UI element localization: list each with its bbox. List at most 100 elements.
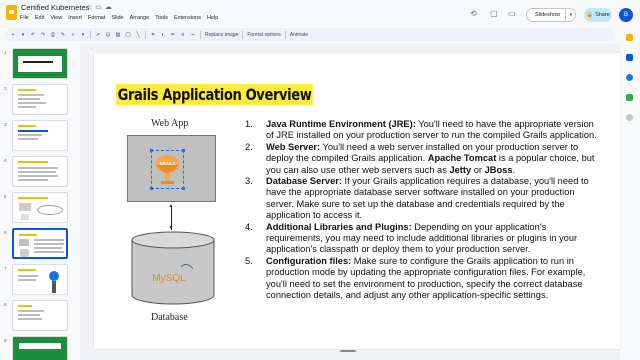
print-icon[interactable]: ⎙ xyxy=(50,32,56,38)
menu-insert[interactable]: Insert xyxy=(68,15,82,21)
slide-thumbnail-selected[interactable]: 6 xyxy=(0,228,76,261)
list-item: 3. Database Server: If your Grails appli… xyxy=(242,176,602,222)
chevron-down-icon[interactable]: ▾ xyxy=(80,32,86,38)
slide-number: 1 xyxy=(4,50,7,55)
textbox-icon[interactable]: ⊡ xyxy=(105,32,111,38)
toolbar-divider xyxy=(284,30,286,39)
list-item-heading: Configuration files: xyxy=(266,255,352,266)
slide[interactable]: Grails Application Overview Web App GRAI… xyxy=(94,53,620,349)
list-number: 4. xyxy=(245,221,253,232)
paint-format-icon[interactable]: ✎ xyxy=(60,32,66,38)
menu-file[interactable]: File xyxy=(20,15,29,21)
slide-title[interactable]: Grails Application Overview xyxy=(116,84,314,105)
crop-icon[interactable]: ⌗ xyxy=(150,32,156,38)
list-item: 5. Configuration files: Make sure to con… xyxy=(242,256,602,302)
content-textbox[interactable]: 1. Java Runtime Environment (JRE): You'l… xyxy=(242,119,602,302)
cloud-status-icon[interactable]: ☁ xyxy=(105,4,115,11)
title-bar: Certified Kubernetes ☆▭☁ File Edit View … xyxy=(0,0,640,27)
side-panel xyxy=(620,28,640,360)
slide-thumbnail[interactable]: 8 xyxy=(0,300,76,333)
slideshow-dropdown-icon[interactable]: ▾ xyxy=(565,8,576,22)
menu-format[interactable]: Format xyxy=(88,15,105,21)
filmstrip: 1 2 3 4 5 6 7 8 9 xyxy=(0,44,76,360)
menu-tools[interactable]: Tools xyxy=(155,15,168,21)
menu-help[interactable]: Help xyxy=(207,15,218,21)
menu-view[interactable]: View xyxy=(50,15,62,21)
share-label: Share xyxy=(595,12,610,18)
share-button[interactable]: 🔒 Share xyxy=(584,8,612,22)
select-icon[interactable]: ➚ xyxy=(95,32,101,38)
list-item-heading: Database Server: xyxy=(266,176,342,187)
contacts-icon[interactable] xyxy=(626,74,633,81)
tasks-icon[interactable] xyxy=(626,54,633,61)
database-label[interactable]: Database xyxy=(151,312,188,323)
list-item-heading: Java Runtime Environment (JRE): xyxy=(266,119,416,129)
slide-thumbnail[interactable]: 9 xyxy=(0,336,76,360)
slide-thumbnail[interactable]: 5 xyxy=(0,192,76,225)
document-title[interactable]: Certified Kubernetes xyxy=(21,3,89,12)
arrow-up-icon: ▲ xyxy=(168,203,174,209)
slide-thumbnail[interactable]: 2 xyxy=(0,84,76,117)
border-weight-icon[interactable]: ≡ xyxy=(180,32,186,38)
slide-number: 8 xyxy=(4,302,7,307)
list-item-text: . xyxy=(512,164,516,175)
undo-icon[interactable]: ↶ xyxy=(30,32,36,38)
slide-thumbnail[interactable]: 1 xyxy=(0,48,76,81)
slide-number: 4 xyxy=(4,158,7,163)
line-icon[interactable]: ╲ xyxy=(135,32,141,38)
add-icon[interactable]: + xyxy=(10,32,16,38)
grails-logo-icon: GRAILS xyxy=(155,155,180,184)
toolbar-divider xyxy=(242,30,244,39)
list-number: 3. xyxy=(245,176,253,187)
border-color-icon[interactable]: ✏ xyxy=(170,32,176,38)
list-item-heading: Additional Libraries and Plugins: xyxy=(266,221,412,232)
menu-bar: File Edit View Insert Format Slide Arran… xyxy=(20,15,218,21)
lock-icon: 🔒 xyxy=(586,12,594,18)
chevron-down-icon[interactable]: ▾ xyxy=(20,32,26,38)
list-item-emphasis: JBoss xyxy=(484,164,513,175)
speaker-notes-handle[interactable] xyxy=(340,350,356,352)
grails-logo-text: GRAILS xyxy=(160,161,176,166)
move-to-folder-icon[interactable]: ▭ xyxy=(95,4,105,11)
toolbar: + ▾ ↶ ↷ ⎙ ✎ ⌕ ▾ ➚ ⊡ ▧ ◯ ╲ ⌗ ◐ ✏ ≡ ┅ Repl… xyxy=(6,28,615,41)
slide-number: 6 xyxy=(4,230,7,235)
mask-icon[interactable]: ◐ xyxy=(160,32,166,38)
history-icon[interactable]: ⟲ xyxy=(470,9,477,18)
slide-number: 3 xyxy=(4,122,7,127)
replace-image-button[interactable]: Replace image xyxy=(205,32,238,38)
border-dash-icon[interactable]: ┅ xyxy=(190,32,196,38)
mysql-logo-text: MySQL xyxy=(152,273,186,284)
web-app-label[interactable]: Web App xyxy=(151,118,188,129)
grails-logo-image[interactable]: GRAILS xyxy=(150,149,185,190)
slide-thumbnail[interactable]: 4 xyxy=(0,156,76,189)
menu-slide[interactable]: Slide xyxy=(111,15,123,21)
star-icon[interactable]: ☆ xyxy=(86,4,95,11)
comment-icon[interactable]: ▢ xyxy=(490,9,498,18)
list-item-text: or xyxy=(471,164,485,175)
slide-thumbnail[interactable]: 3 xyxy=(0,120,76,153)
slide-thumbnail[interactable]: 7 xyxy=(0,264,76,297)
zoom-icon[interactable]: ⌕ xyxy=(70,32,76,38)
add-icon[interactable] xyxy=(626,114,633,121)
menu-arrange[interactable]: Arrange xyxy=(130,15,150,21)
database-cylinder[interactable]: MySQL xyxy=(131,231,215,305)
keep-icon[interactable] xyxy=(626,34,633,41)
menu-extensions[interactable]: Extensions xyxy=(174,15,201,21)
slide-number: 5 xyxy=(4,194,7,199)
list-item-emphasis: Apache Tomcat xyxy=(427,153,497,164)
menu-edit[interactable]: Edit xyxy=(35,15,44,21)
slideshow-label: Slideshow xyxy=(535,12,561,18)
slide-number: 9 xyxy=(4,338,7,343)
maps-icon[interactable] xyxy=(626,94,633,101)
camera-icon[interactable]: ▭ xyxy=(508,9,516,18)
redo-icon[interactable]: ↷ xyxy=(40,32,46,38)
slide-number: 7 xyxy=(4,266,7,271)
animate-button[interactable]: Animate xyxy=(290,32,308,38)
shape-icon[interactable]: ◯ xyxy=(125,32,131,38)
image-icon[interactable]: ▧ xyxy=(115,32,121,38)
list-number: 2. xyxy=(245,141,253,152)
avatar[interactable]: B xyxy=(619,8,633,22)
list-number: 5. xyxy=(245,255,253,266)
format-options-button[interactable]: Format options xyxy=(247,32,280,38)
slides-logo-icon[interactable] xyxy=(6,5,17,20)
